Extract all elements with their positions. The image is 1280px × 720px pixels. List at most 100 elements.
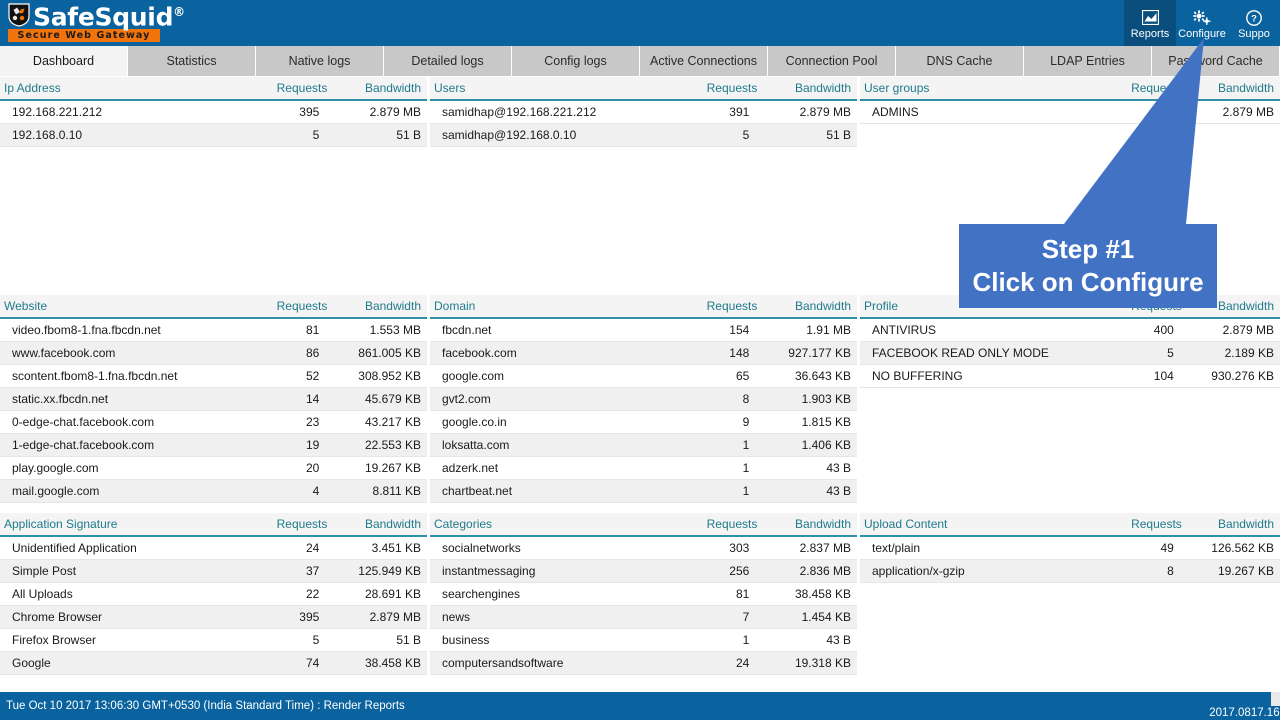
table-row[interactable]: facebook.com 148 927.177 KB xyxy=(430,341,857,365)
table-row[interactable]: text/plain 49 126.562 KB xyxy=(860,536,1280,560)
column-header-title[interactable]: User groups xyxy=(860,77,1104,101)
tab-native-logs[interactable]: Native logs xyxy=(256,46,384,76)
table-row[interactable]: 192.168.221.212 395 2.879 MB xyxy=(0,100,427,124)
table-row[interactable]: instantmessaging 256 2.836 MB xyxy=(430,559,857,583)
column-header-title[interactable]: Application Signature xyxy=(0,513,248,537)
table-row[interactable]: 1-edge-chat.facebook.com 19 22.553 KB xyxy=(0,433,427,457)
table-row[interactable]: Unidentified Application 24 3.451 KB xyxy=(0,536,427,560)
tab-connection-pool[interactable]: Connection Pool xyxy=(768,46,896,76)
table-row[interactable]: NO BUFFERING 104 930.276 KB xyxy=(860,364,1280,388)
cell-requests: 19 xyxy=(247,433,338,457)
table-row[interactable]: 0-edge-chat.facebook.com 23 43.217 KB xyxy=(0,410,427,434)
column-header-requests[interactable]: Requests xyxy=(247,295,338,319)
table-row[interactable]: computersandsoftware 24 19.318 KB xyxy=(430,651,857,675)
cell-name: ADMINS xyxy=(860,100,1104,124)
tab-config-logs[interactable]: Config logs xyxy=(512,46,640,76)
column-header-requests[interactable]: Requests xyxy=(1103,77,1192,101)
panel-table: Ip Address Requests Bandwidth 192.168.221.2… xyxy=(0,77,427,147)
panel-table: Website Requests Bandwidth video.fbom8-1.fn… xyxy=(0,295,427,503)
table-row[interactable]: searchengines 81 38.458 KB xyxy=(430,582,857,606)
table-row[interactable]: play.google.com 20 19.267 KB xyxy=(0,456,427,480)
table-row[interactable]: business 1 43 B xyxy=(430,628,857,652)
nav-item-support[interactable]: ? Suppo xyxy=(1228,0,1280,46)
cell-bandwidth: 2.879 MB xyxy=(337,100,427,124)
table-row[interactable]: ANTIVIRUS 400 2.879 MB xyxy=(860,318,1280,342)
table-row[interactable]: news 7 1.454 KB xyxy=(430,605,857,629)
table-row[interactable]: Google 74 38.458 KB xyxy=(0,651,427,675)
tab-label: Active Connections xyxy=(649,54,757,68)
table-row[interactable]: google.co.in 9 1.815 KB xyxy=(430,410,857,434)
column-header-bandwidth[interactable]: Bandwidth xyxy=(767,295,857,319)
column-header-requests[interactable]: Requests xyxy=(247,513,338,537)
table-row[interactable]: Chrome Browser 395 2.879 MB xyxy=(0,605,427,629)
table-row[interactable]: Simple Post 37 125.949 KB xyxy=(0,559,427,583)
column-header-bandwidth[interactable]: Bandwidth xyxy=(337,513,427,537)
table-row[interactable]: ADMINS 400 2.879 MB xyxy=(860,100,1280,124)
column-header-bandwidth[interactable]: Bandwidth xyxy=(1191,513,1280,537)
column-header-title[interactable]: Categories xyxy=(430,513,678,537)
table-row[interactable]: gvt2.com 8 1.903 KB xyxy=(430,387,857,411)
cell-bandwidth: 19.318 KB xyxy=(767,651,857,675)
table-row[interactable]: application/x-gzip 8 19.267 KB xyxy=(860,559,1280,583)
column-header-title[interactable]: Users xyxy=(430,77,678,101)
cell-bandwidth: 2.837 MB xyxy=(767,536,857,560)
cell-requests: 154 xyxy=(677,318,768,342)
cell-bandwidth: 1.406 KB xyxy=(767,433,857,457)
table-row[interactable]: socialnetworks 303 2.837 MB xyxy=(430,536,857,560)
column-header-requests[interactable]: Requests xyxy=(1103,513,1192,537)
column-header-bandwidth[interactable]: Bandwidth xyxy=(767,77,857,101)
cell-name: facebook.com xyxy=(430,341,678,365)
column-header-bandwidth[interactable]: Bandwidth xyxy=(337,295,427,319)
table-row[interactable]: loksatta.com 1 1.406 KB xyxy=(430,433,857,457)
column-header-requests[interactable]: Requests xyxy=(677,513,768,537)
table-header-row: User groups Requests Bandwidth xyxy=(860,77,1280,101)
tab-statistics[interactable]: Statistics xyxy=(128,46,256,76)
cell-requests: 81 xyxy=(677,582,768,606)
cell-requests: 4 xyxy=(247,479,338,503)
tab-ldap-entries[interactable]: LDAP Entries xyxy=(1024,46,1152,76)
nav-item-reports[interactable]: Reports xyxy=(1124,0,1176,46)
table-row[interactable]: scontent.fbom8-1.fna.fbcdn.net 52 308.952 … xyxy=(0,364,427,388)
tab-password-cache[interactable]: Password Cache xyxy=(1152,46,1280,76)
table-row[interactable]: All Uploads 22 28.691 KB xyxy=(0,582,427,606)
table-row[interactable]: fbcdn.net 154 1.91 MB xyxy=(430,318,857,342)
table-row[interactable]: google.com 65 36.643 KB xyxy=(430,364,857,388)
callout-line-2: Click on Configure xyxy=(972,267,1204,297)
safesquid-reports-window: SafeSquid® Secure Web Gateway Reports Co… xyxy=(0,0,1280,720)
cell-name: NO BUFFERING xyxy=(860,364,1104,388)
column-header-requests[interactable]: Requests xyxy=(677,77,768,101)
tab-dashboard[interactable]: Dashboard xyxy=(0,46,128,76)
tab-detailed-logs[interactable]: Detailed logs xyxy=(384,46,512,76)
cell-requests: 8 xyxy=(677,387,768,411)
table-row[interactable]: video.fbom8-1.fna.fbcdn.net 81 1.553 MB xyxy=(0,318,427,342)
tab-active-connections[interactable]: Active Connections xyxy=(640,46,768,76)
column-header-requests[interactable]: Requests xyxy=(677,295,768,319)
column-header-bandwidth[interactable]: Bandwidth xyxy=(767,513,857,537)
cell-name: Firefox Browser xyxy=(0,628,248,652)
column-header-title[interactable]: Upload Content xyxy=(860,513,1104,537)
column-header-title[interactable]: Domain xyxy=(430,295,678,319)
column-header-bandwidth[interactable]: Bandwidth xyxy=(337,77,427,101)
column-header-title[interactable]: Ip Address xyxy=(0,77,248,101)
nav-label-support: Suppo xyxy=(1238,28,1270,40)
table-row[interactable]: samidhap@192.168.0.10 5 51 B xyxy=(430,123,857,147)
table-row[interactable]: chartbeat.net 1 43 B xyxy=(430,479,857,503)
svg-text:?: ? xyxy=(1251,13,1257,24)
table-row[interactable]: static.xx.fbcdn.net 14 45.679 KB xyxy=(0,387,427,411)
tab-dns-cache[interactable]: DNS Cache xyxy=(896,46,1024,76)
table-row[interactable]: mail.google.com 4 8.811 KB xyxy=(0,479,427,503)
table-row[interactable]: Firefox Browser 5 51 B xyxy=(0,628,427,652)
cell-name: mail.google.com xyxy=(0,479,248,503)
column-header-bandwidth[interactable]: Bandwidth xyxy=(1191,77,1280,101)
table-row[interactable]: FACEBOOK READ ONLY MODE 5 2.189 KB xyxy=(860,341,1280,365)
nav-item-configure[interactable]: Configure xyxy=(1176,0,1228,46)
column-header-title[interactable]: Website xyxy=(0,295,248,319)
table-row[interactable]: 192.168.0.10 5 51 B xyxy=(0,123,427,147)
table-header-row: Application Signature Requests Bandwidth xyxy=(0,513,427,537)
table-row[interactable]: adzerk.net 1 43 B xyxy=(430,456,857,480)
cell-bandwidth: 19.267 KB xyxy=(337,456,427,480)
table-row[interactable]: www.facebook.com 86 861.005 KB xyxy=(0,341,427,365)
cell-requests: 303 xyxy=(677,536,768,560)
column-header-requests[interactable]: Requests xyxy=(247,77,338,101)
table-row[interactable]: samidhap@192.168.221.212 391 2.879 MB xyxy=(430,100,857,124)
